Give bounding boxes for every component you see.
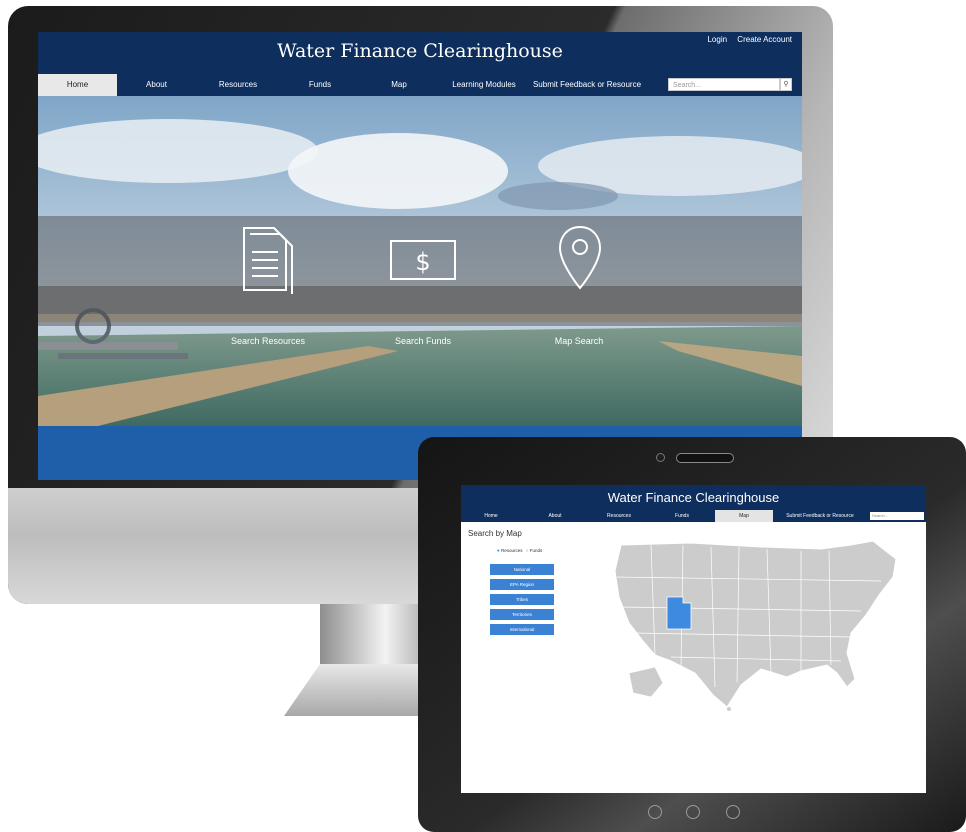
tablet-nav-about[interactable]: About xyxy=(521,510,589,522)
tablet-button-left[interactable] xyxy=(648,805,662,819)
main-nav: Home About Resources Funds Map Learning … xyxy=(38,74,802,96)
alaska-state[interactable] xyxy=(628,666,664,698)
national-button[interactable]: National xyxy=(490,564,554,575)
map-search-link[interactable]: Map Search xyxy=(519,336,639,346)
nav-home[interactable]: Home xyxy=(38,74,117,96)
nav-learning-modules[interactable]: Learning Modules xyxy=(438,74,530,96)
radio-funds-label: Funds xyxy=(529,548,543,553)
camera-icon xyxy=(656,453,665,462)
nav-funds[interactable]: Funds xyxy=(280,74,360,96)
search-by-map-title: Search by Map xyxy=(468,529,522,538)
us-map[interactable] xyxy=(611,537,906,717)
international-button[interactable]: International xyxy=(490,624,554,635)
epa-region-button[interactable]: EPA Region xyxy=(490,579,554,590)
tablet-nav-funds[interactable]: Funds xyxy=(649,510,715,522)
top-links: Login Create Account xyxy=(699,35,792,44)
create-account-link[interactable]: Create Account xyxy=(737,35,792,44)
search-input[interactable]: Search... xyxy=(668,78,780,91)
dollar-bill-icon: $ xyxy=(390,240,456,280)
tablet-site-title: Water Finance Clearinghouse xyxy=(461,485,926,510)
tablet-screen: Water Finance Clearinghouse Home About R… xyxy=(461,485,926,793)
svg-text:$: $ xyxy=(415,248,430,276)
nav-submit-feedback[interactable]: Submit Feedback or Resource xyxy=(530,74,644,96)
tablet-nav-home[interactable]: Home xyxy=(461,510,521,522)
site-header: Water Finance Clearinghouse Login Create… xyxy=(38,32,802,74)
speaker-grille xyxy=(676,453,734,463)
radio-resources-label: Resources xyxy=(500,548,523,553)
nav-resources[interactable]: Resources xyxy=(196,74,280,96)
tribes-button[interactable]: Tribes xyxy=(490,594,554,605)
search-funds-link[interactable]: Search Funds xyxy=(363,336,483,346)
site-title: Water Finance Clearinghouse xyxy=(277,40,563,62)
login-link[interactable]: Login xyxy=(707,35,727,44)
tablet-search-input[interactable]: Search... xyxy=(870,512,924,520)
radio-empty-icon[interactable]: ○ xyxy=(526,548,529,553)
tablet-nav: Home About Resources Funds Map Submit Fe… xyxy=(461,510,926,522)
territories-button[interactable]: Territories xyxy=(490,609,554,620)
tablet-nav-map[interactable]: Map xyxy=(715,510,773,522)
nav-about[interactable]: About xyxy=(117,74,196,96)
nav-map[interactable]: Map xyxy=(360,74,438,96)
hawaii-state[interactable] xyxy=(727,707,731,711)
search-icon[interactable]: ⚲ xyxy=(780,78,792,91)
radio-selected-icon[interactable]: ● xyxy=(497,548,500,553)
resource-type-radio[interactable]: ● Resources ○ Funds xyxy=(497,548,542,553)
tablet-button-right[interactable] xyxy=(726,805,740,819)
map-pin-icon xyxy=(558,225,602,290)
desktop-screen: Water Finance Clearinghouse Login Create… xyxy=(38,32,802,480)
search-resources-link[interactable]: Search Resources xyxy=(208,336,328,346)
document-icon xyxy=(243,227,293,294)
tablet-button-home[interactable] xyxy=(686,805,700,819)
hero-banner: Search Resources $ Search Funds Map Sear… xyxy=(38,96,802,426)
tablet-nav-resources[interactable]: Resources xyxy=(589,510,649,522)
tablet-nav-submit-feedback[interactable]: Submit Feedback or Resource xyxy=(773,510,867,522)
